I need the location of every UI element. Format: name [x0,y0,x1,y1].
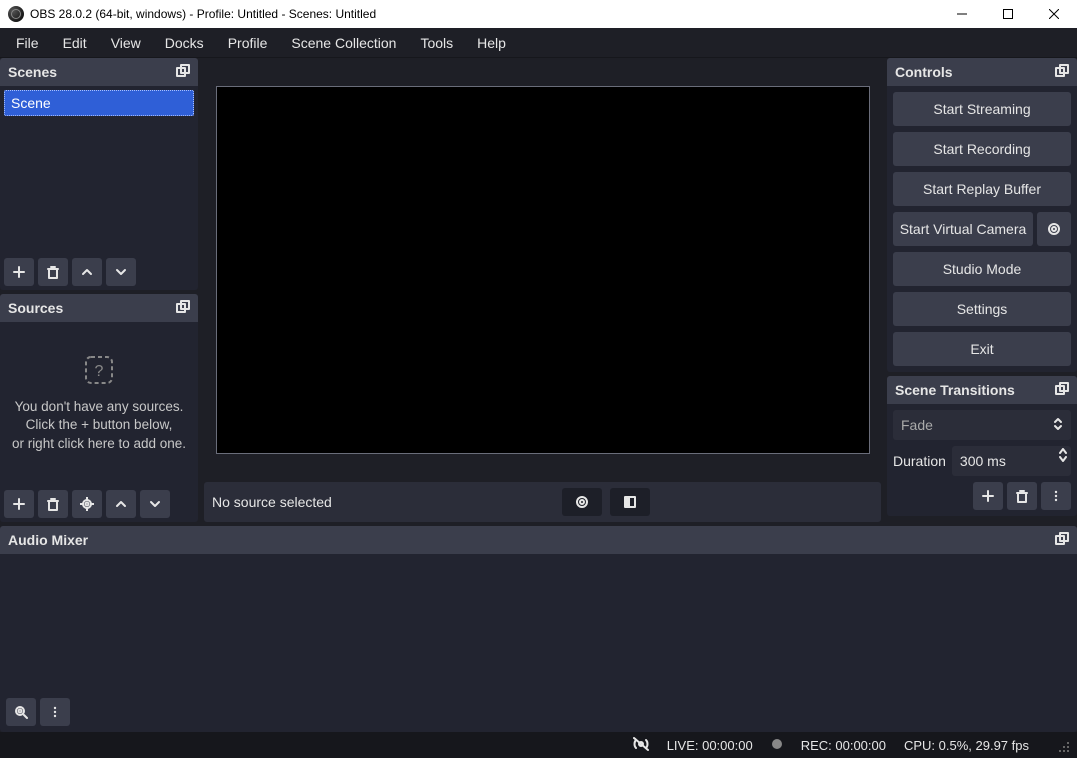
transition-selected-label: Fade [901,417,933,433]
controls-title: Controls [895,64,953,80]
scenes-list[interactable]: Scene [0,86,198,254]
chevron-updown-icon [1053,417,1063,434]
source-toolbar: No source selected [204,482,881,522]
menubar: File Edit View Docks Profile Scene Colle… [0,28,1077,58]
source-toolbar-filters-button[interactable] [610,488,650,516]
menu-view[interactable]: View [99,31,153,55]
window-close-button[interactable] [1031,0,1077,28]
preview-canvas[interactable] [216,86,870,454]
dock-popout-icon[interactable] [1055,382,1069,399]
duration-label: Duration [893,453,946,469]
source-move-up-button[interactable] [106,490,136,518]
audio-advanced-button[interactable] [6,698,36,726]
start-virtual-camera-button[interactable]: Start Virtual Camera [893,212,1033,246]
start-streaming-button[interactable]: Start Streaming [893,92,1071,126]
window-title: OBS 28.0.2 (64-bit, windows) - Profile: … [30,7,376,21]
titlebar: OBS 28.0.2 (64-bit, windows) - Profile: … [0,0,1077,28]
audio-mixer-panel: Audio Mixer [0,526,1077,732]
source-add-button[interactable] [4,490,34,518]
duration-input[interactable]: 300 ms [952,446,1071,476]
obs-logo-icon [8,6,24,22]
start-replay-buffer-button[interactable]: Start Replay Buffer [893,172,1071,206]
transition-add-button[interactable] [973,482,1003,510]
duration-value: 300 ms [960,453,1006,469]
scene-move-down-button[interactable] [106,258,136,286]
exit-button[interactable]: Exit [893,332,1071,366]
status-cpu: CPU: 0.5%, 29.97 fps [904,738,1029,753]
audio-mixer-title: Audio Mixer [8,532,88,548]
sources-empty-text: You don't have any sources. Click the + … [12,398,186,453]
source-properties-button[interactable] [72,490,102,518]
menu-file[interactable]: File [4,31,51,55]
studio-mode-button[interactable]: Studio Mode [893,252,1071,286]
scenes-panel: Scenes Scene [0,58,198,290]
menu-edit[interactable]: Edit [51,31,99,55]
status-rec: REC: 00:00:00 [801,738,886,753]
transition-properties-button[interactable] [1041,482,1071,510]
scene-remove-button[interactable] [38,258,68,286]
dock-popout-icon[interactable] [1055,532,1069,549]
audio-menu-button[interactable] [40,698,70,726]
source-toolbar-settings-button[interactable] [562,488,602,516]
status-live: LIVE: 00:00:00 [667,738,753,753]
scene-item[interactable]: Scene [4,90,194,116]
sources-panel: Sources ? You don't have any sources. Cl… [0,294,198,522]
svg-text:?: ? [95,363,104,380]
scene-move-up-button[interactable] [72,258,102,286]
statusbar: LIVE: 00:00:00 REC: 00:00:00 CPU: 0.5%, … [0,732,1077,758]
scenes-title: Scenes [8,64,57,80]
dock-popout-icon[interactable] [176,300,190,317]
scene-add-button[interactable] [4,258,34,286]
audio-mixer-body [0,554,1077,692]
transition-remove-button[interactable] [1007,482,1037,510]
source-move-down-button[interactable] [140,490,170,518]
dock-popout-icon[interactable] [176,64,190,81]
menu-help[interactable]: Help [465,31,518,55]
preview-area[interactable] [204,58,881,474]
question-placeholder-icon: ? [84,355,114,388]
broadcast-icon [633,737,649,754]
menu-scene-collection[interactable]: Scene Collection [279,31,408,55]
transition-select[interactable]: Fade [893,410,1071,440]
no-source-label: No source selected [212,494,332,510]
menu-tools[interactable]: Tools [408,31,465,55]
spinner-arrows-icon[interactable] [1059,448,1067,462]
source-remove-button[interactable] [38,490,68,518]
window-minimize-button[interactable] [939,0,985,28]
record-icon [771,738,783,753]
virtual-camera-settings-button[interactable] [1037,212,1071,246]
sources-title: Sources [8,300,63,316]
dock-popout-icon[interactable] [1055,64,1069,81]
menu-profile[interactable]: Profile [216,31,280,55]
sources-empty[interactable]: ? You don't have any sources. Click the … [0,322,198,486]
scene-transitions-title: Scene Transitions [895,382,1015,398]
settings-button[interactable]: Settings [893,292,1071,326]
window-maximize-button[interactable] [985,0,1031,28]
controls-panel: Controls Start Streaming Start Recording… [887,58,1077,372]
start-recording-button[interactable]: Start Recording [893,132,1071,166]
scene-transitions-panel: Scene Transitions Fade Duration 300 ms [887,376,1077,516]
resize-grip-icon[interactable] [1055,738,1069,752]
menu-docks[interactable]: Docks [153,31,216,55]
